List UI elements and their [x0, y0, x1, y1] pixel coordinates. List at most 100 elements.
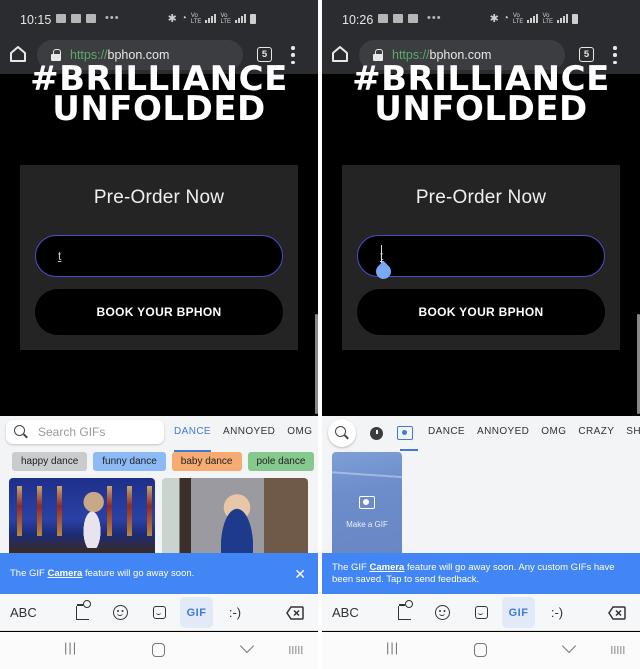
recent-apps-button[interactable]: |||	[386, 640, 399, 655]
tab-omg[interactable]: OMG	[535, 426, 572, 446]
signal-icon	[527, 14, 539, 23]
sticker-button[interactable]	[471, 599, 491, 626]
keyboard-switch-icon[interactable]	[289, 646, 304, 654]
notification-icons: •••	[378, 12, 442, 24]
banner-text: The GIF Camera feature will go away soon…	[332, 561, 615, 585]
emoji-icon	[112, 605, 128, 620]
gif-search-placeholder: Search GIFs	[38, 425, 106, 439]
gif-panel-icons	[328, 419, 413, 447]
preorder-input[interactable]: t	[357, 235, 605, 283]
tab-crazy[interactable]: CRAZY	[572, 426, 620, 446]
input-value: t	[58, 249, 62, 263]
home-icon	[332, 46, 348, 62]
backspace-button[interactable]	[606, 599, 626, 626]
preorder-title: Pre-Order Now	[415, 187, 547, 208]
clipboard-button[interactable]	[394, 599, 414, 626]
clipboard-button[interactable]	[72, 599, 92, 626]
app-notification-icon	[86, 13, 96, 23]
lte2-icon: Vo LTE	[220, 12, 231, 25]
gif-search-button[interactable]	[328, 419, 356, 447]
gif-panel: DANCE ANNOYED OMG CRAZY SHR Make a GIF	[322, 416, 640, 553]
message-icon	[393, 13, 403, 23]
camera-icon[interactable]	[397, 426, 413, 440]
emoji-button[interactable]	[432, 599, 452, 626]
gallery-icon	[378, 13, 388, 23]
search-icon	[14, 425, 28, 439]
signal-icon	[205, 14, 217, 23]
status-time: 10:26	[342, 13, 374, 27]
home-button[interactable]	[8, 44, 28, 64]
backspace-icon	[607, 606, 626, 620]
home-nav-button[interactable]	[152, 643, 165, 657]
wifi-icon: ◔	[502, 13, 509, 24]
keyboard-toolbar: ABC GIF :-)	[0, 594, 318, 631]
emoji-button[interactable]	[110, 599, 130, 626]
recent-clock-icon[interactable]	[370, 426, 383, 440]
tab-annoyed[interactable]: ANNOYED	[217, 426, 281, 446]
emoticon-button[interactable]: :-)	[546, 599, 568, 626]
status-time: 10:15	[20, 13, 52, 27]
wifi-icon: ◔	[180, 13, 187, 24]
gallery-icon	[71, 13, 81, 23]
gif-camera-banner[interactable]: The GIF Camera feature will go away soon…	[322, 553, 640, 594]
status-bar: 10:15 ••• ✱ ◔ Vo LTE Vo LTE	[0, 0, 318, 36]
book-button[interactable]: BOOK YOUR BPHON	[357, 289, 605, 335]
gif-result-1[interactable]	[9, 478, 155, 553]
tab-dance[interactable]: DANCE	[168, 426, 217, 452]
keyboard-toolbar: ABC GIF :-)	[322, 594, 640, 631]
web-page: #BRILLIANCE UNFOLDED Pre-Order Now t BOO…	[0, 62, 318, 416]
close-icon[interactable]: ✕	[294, 567, 306, 581]
chip-baby-dance[interactable]: baby dance	[171, 452, 242, 471]
camera-tab-indicator	[400, 449, 418, 451]
text-cursor	[381, 245, 382, 263]
home-button[interactable]	[330, 44, 350, 64]
system-nav-bar: |||	[0, 632, 318, 669]
chip-pole-dance[interactable]: pole dance	[247, 452, 315, 471]
browser-menu-button[interactable]	[290, 46, 296, 64]
emoticon-button[interactable]: :-)	[224, 599, 246, 626]
hide-keyboard-button[interactable]	[561, 638, 577, 654]
more-vert-icon	[613, 46, 617, 50]
tab-dance[interactable]: DANCE	[422, 426, 471, 446]
book-button[interactable]: BOOK YOUR BPHON	[35, 289, 283, 335]
home-nav-button[interactable]	[474, 643, 487, 657]
gif-result-2[interactable]	[162, 478, 308, 553]
preorder-title: Pre-Order Now	[93, 187, 225, 208]
gif-button[interactable]: GIF	[502, 597, 535, 628]
more-notifications-icon: •••	[105, 12, 120, 24]
sticker-button[interactable]	[149, 599, 169, 626]
tab-shrug[interactable]: SHR	[620, 426, 640, 446]
web-page: #BRILLIANCE UNFOLDED Pre-Order Now t BOO…	[322, 62, 640, 416]
gif-search-input[interactable]: Search GIFs	[6, 420, 164, 444]
preorder-card: Pre-Order Now t BOOK YOUR BPHON	[342, 165, 620, 350]
tab-annoyed[interactable]: ANNOYED	[471, 426, 535, 446]
battery-icon	[572, 13, 578, 24]
tab-omg[interactable]: OMG	[281, 426, 318, 446]
camera-link[interactable]: Camera	[369, 562, 404, 573]
camera-link[interactable]: Camera	[47, 568, 82, 579]
backspace-button[interactable]	[284, 599, 304, 626]
abc-button[interactable]: ABC	[10, 599, 37, 626]
browser-menu-button[interactable]	[612, 46, 618, 64]
clipboard-search-icon	[397, 599, 413, 620]
hide-keyboard-button[interactable]	[239, 638, 255, 654]
make-gif-button[interactable]: Make a GIF	[332, 452, 402, 553]
gif-camera-banner[interactable]: The GIF Camera feature will go away soon…	[0, 553, 318, 594]
banner-text: The GIF Camera feature will go away soon…	[10, 567, 195, 579]
preorder-input[interactable]: t	[35, 235, 283, 277]
recent-apps-button[interactable]: |||	[64, 640, 77, 655]
message-icon	[56, 13, 66, 23]
lte2-icon: Vo LTE	[542, 12, 553, 25]
system-nav-bar: |||	[322, 632, 640, 669]
cursor-handle[interactable]	[372, 260, 395, 283]
chip-happy-dance[interactable]: happy dance	[12, 452, 88, 471]
gif-category-tabs: DANCE ANNOYED OMG CRAZY SHR	[422, 426, 640, 446]
make-gif-label: Make a GIF	[346, 520, 388, 529]
abc-button[interactable]: ABC	[332, 599, 359, 626]
system-icons: ✱ ◔ Vo LTE Vo LTE	[168, 12, 256, 25]
more-vert-icon	[291, 46, 295, 50]
system-icons: ✱ ◔ Vo LTE Vo LTE	[490, 12, 578, 25]
gif-button[interactable]: GIF	[180, 597, 213, 628]
chip-funny-dance[interactable]: funny dance	[93, 452, 166, 471]
keyboard-switch-icon[interactable]	[611, 646, 626, 654]
